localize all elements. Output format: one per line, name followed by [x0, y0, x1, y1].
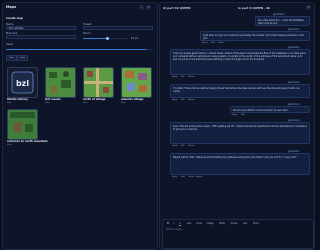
map-thumbnail[interactable] — [7, 109, 38, 140]
delete-link[interactable]: Delete — [188, 99, 195, 101]
zoom-value: 16 px — [131, 36, 139, 40]
close-icon[interactable]: ✕ — [146, 4, 151, 10]
close-icon[interactable]: ✕ — [306, 4, 311, 10]
table-button[interactable]: Table — [217, 222, 227, 226]
seed-label: Seed — [6, 43, 13, 46]
reply-link[interactable]: Reply — [202, 42, 208, 44]
composer-placeholder: Write a reply... — [166, 228, 184, 231]
maps-panel: Maps – ✕ Create map Name 16 x 16 tiles M… — [2, 2, 158, 250]
chat-message: Maybe before "that" reference should def… — [170, 153, 310, 175]
map-title: suburbs village — [121, 98, 144, 101]
chat-message: Until when to type in a historical is pr… — [200, 31, 310, 41]
new-map-button[interactable]: New — [6, 55, 17, 61]
reply-composer[interactable]: B I U Link Code Image Table Quote List M… — [162, 219, 314, 249]
code-button[interactable]: Code — [195, 222, 203, 226]
chat-message: If the city empty game history, I should… — [170, 49, 310, 75]
quote-button[interactable]: Quote — [229, 222, 239, 226]
create-map-label: Create map — [6, 17, 23, 20]
edit-link[interactable]: Edit — [181, 76, 185, 78]
edit-link[interactable]: Edit — [211, 42, 215, 44]
logo-text: bzl — [16, 79, 29, 88]
reply-link[interactable]: Reply — [172, 99, 178, 101]
map-preview — [8, 110, 37, 139]
map-size-select[interactable] — [6, 35, 76, 39]
zoom-slider-fill — [83, 38, 108, 39]
image-button[interactable]: Image — [205, 222, 215, 226]
name-input[interactable]: 16 x 16 tiles — [6, 26, 76, 30]
map-preview — [122, 68, 151, 97]
zoom-label: Zoom — [83, 32, 91, 35]
list-button[interactable]: List — [241, 222, 249, 226]
reply-link[interactable]: Reply — [172, 145, 178, 147]
map-preview — [84, 68, 113, 97]
chat-message: Sure. This will produce the screen - TIM… — [170, 122, 310, 144]
minimize-icon[interactable]: – — [139, 4, 144, 10]
map-subtitle: Map — [45, 102, 50, 104]
underline-button[interactable]: U — [178, 222, 182, 226]
map-thumbnail[interactable] — [45, 67, 76, 98]
chat-message: Yes a few about am... a and set facilita… — [255, 16, 310, 26]
reply-link[interactable]: Reply — [232, 114, 238, 116]
load-map-button[interactable]: Load — [17, 55, 28, 61]
map-title: fort woods — [45, 98, 61, 101]
map-subtitle: Map — [121, 102, 126, 104]
reply-link[interactable]: Reply — [172, 76, 178, 78]
tileset-select[interactable] — [83, 26, 153, 30]
logo-image: bzl — [11, 71, 34, 94]
report-link[interactable]: Report — [196, 176, 203, 178]
zoom-slider[interactable] — [83, 37, 128, 40]
edit-link[interactable]: Edit — [181, 176, 185, 178]
chat-message: I'd prefer if there had an optimal deplo… — [170, 84, 310, 98]
map-thumbnail[interactable]: bzl — [7, 67, 38, 98]
link-button[interactable]: Link — [185, 222, 193, 226]
map-subtitle: Map — [7, 144, 12, 146]
delete-link[interactable]: Delete — [188, 76, 195, 78]
more-button[interactable]: More — [251, 222, 261, 226]
edit-link[interactable]: Edit — [181, 99, 185, 101]
seed-slider-fill — [6, 49, 146, 50]
zoom-slider-knob[interactable] — [106, 37, 110, 40]
seed-slider[interactable] — [6, 49, 153, 50]
italic-button[interactable]: I — [172, 222, 176, 226]
chat-panel: AI part 69 QUEEN in part 6 QUEEN - 9h ✕ … — [159, 2, 315, 250]
map-thumbnail[interactable] — [121, 67, 152, 98]
map-title: north of village — [83, 98, 106, 101]
map-thumbnail[interactable] — [83, 67, 114, 98]
delete-link[interactable]: Delete — [218, 42, 225, 44]
panel-title: Maps — [6, 5, 17, 9]
map-title: Studio Library — [7, 98, 28, 101]
edit-link[interactable]: Edit — [181, 145, 185, 147]
chat-tab-1[interactable]: AI part 69 QUEEN — [163, 6, 190, 10]
delete-link[interactable]: Delete — [188, 176, 195, 178]
map-title: entrance to north mountain — [7, 140, 48, 143]
delete-link[interactable]: Delete — [188, 145, 195, 147]
bold-button[interactable]: B — [166, 222, 170, 226]
chat-tab-2[interactable]: in part 6 QUEEN - 9h — [238, 6, 270, 10]
edit-link[interactable]: Edit — [241, 114, 245, 116]
map-subtitle: Map — [83, 102, 88, 104]
map-subtitle: Map — [7, 102, 12, 104]
reply-link[interactable]: Reply — [172, 176, 178, 178]
map-preview — [46, 68, 75, 97]
chat-message: Should move Plaiton communication to use… — [230, 106, 310, 113]
